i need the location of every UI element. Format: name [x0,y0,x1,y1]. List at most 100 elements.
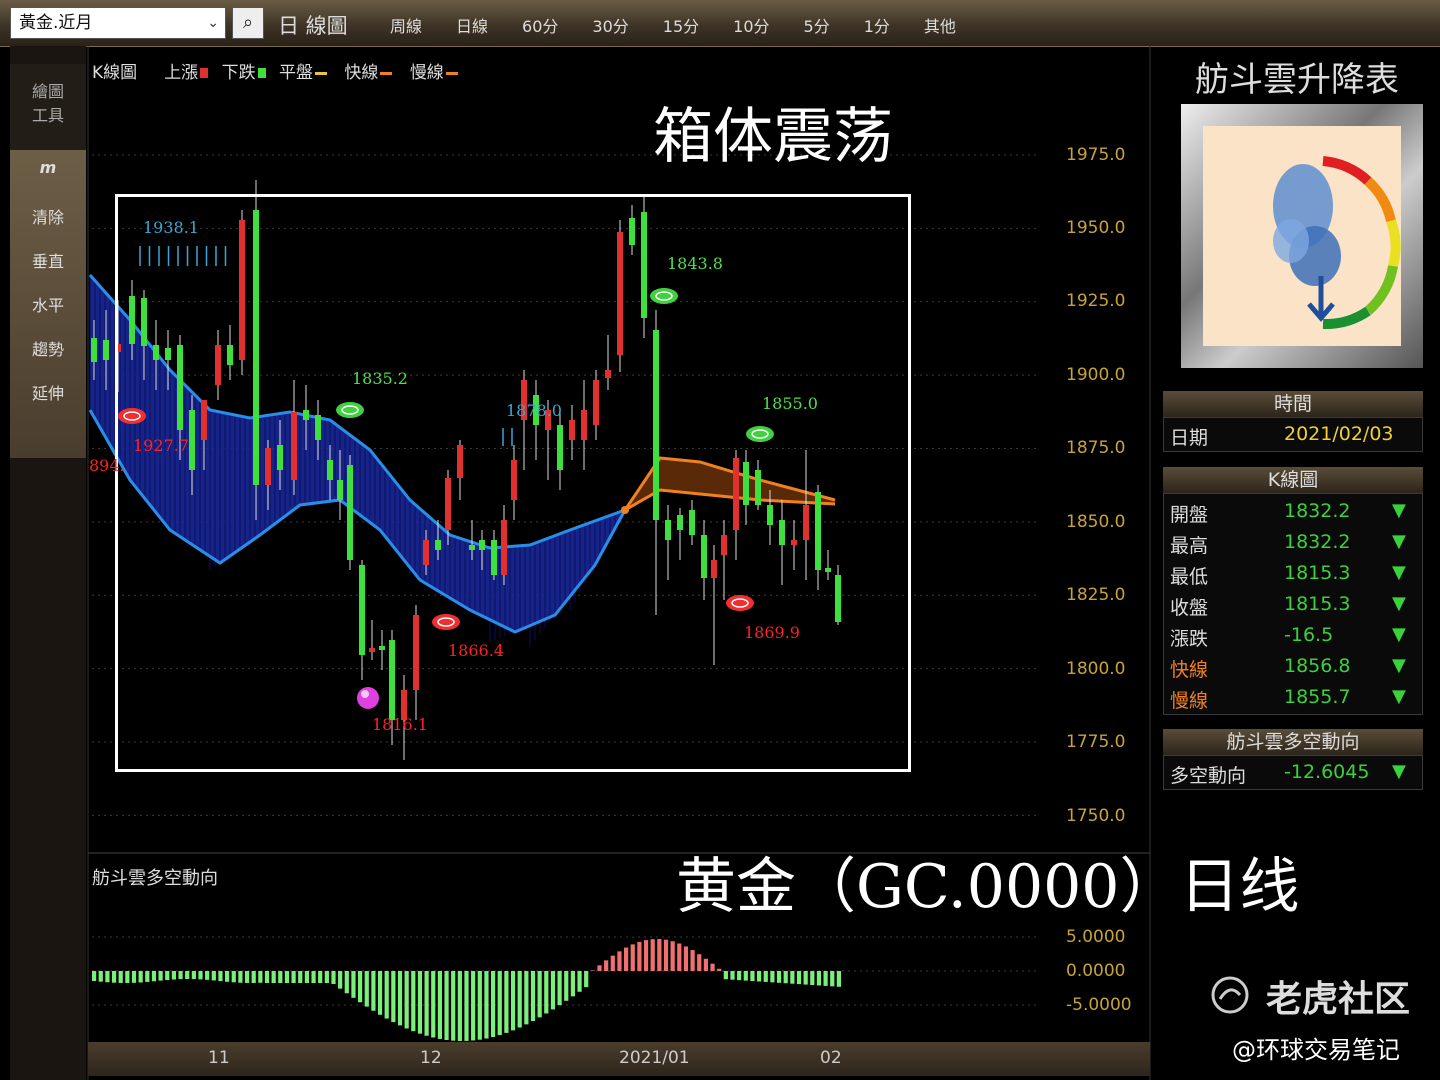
open-label: 開盤 [1170,504,1209,526]
histogram-bar [138,971,143,983]
annotation-label: 1835.2 [352,369,408,388]
time-tick: 2021/01 [619,1048,690,1068]
histogram-bar [497,971,502,1036]
histogram-bar [178,971,183,980]
down-arrow-icon: ▼ [1392,531,1406,552]
histogram-bar [557,971,562,1006]
histogram-bar [776,971,782,983]
annotation-label: 1843.8 [667,254,723,273]
price-tick: 1900.0 [1066,365,1126,385]
open-value: 1832.2 [1284,500,1351,522]
histogram-bar [630,944,635,971]
histogram-bar [816,971,822,986]
price-tick: 1800.0 [1066,659,1126,679]
direction-label: 多空動向 [1170,765,1247,787]
down-arrow-icon: ▼ [1392,562,1406,583]
down-arrow-icon: ▼ [1392,500,1406,521]
slow-line-label: 慢線 [1170,690,1209,712]
histogram-bar [451,971,456,1041]
histogram-bar [584,971,589,988]
down-arrow-icon: ▼ [1392,761,1406,782]
histogram-bar [610,955,615,971]
range-box [115,194,911,772]
histogram-bar [284,971,290,983]
histogram-bar [264,971,270,983]
price-tick: 1850.0 [1066,512,1126,532]
watermark-name: 老虎社区 [1266,979,1411,1020]
histogram-bar [417,971,423,1034]
annotation-label: 1866.4 [448,641,504,660]
legend-up: 上漲 [164,63,199,83]
histogram-bar [271,971,276,983]
histogram-bar [238,971,243,983]
histogram-bar [790,971,795,984]
histogram-bar [617,951,622,971]
high-value: 1832.2 [1284,531,1351,553]
k-section-header: K線圖 [1163,467,1423,493]
price-tick: 1825.0 [1066,585,1126,605]
histogram-bar [344,971,349,994]
low-value: 1815.3 [1284,562,1351,584]
high-label: 最高 [1170,535,1209,557]
histogram-bar [564,971,569,1001]
histogram-bar [737,971,742,981]
fast-line-value: 1856.8 [1284,655,1351,677]
histogram-bar [796,971,802,985]
histogram-bar [364,971,369,1007]
histogram-bar [444,971,449,1040]
indicator-title: 舫斗雲多空動向 [92,868,218,889]
time-tick: 11 [208,1048,230,1068]
histogram-bar [643,940,649,971]
time-section: 日期 2021/02/03 [1163,417,1423,452]
legend-fast: 快線 [344,63,379,83]
price-tick: 1750.0 [1066,806,1126,826]
histogram-bar [717,968,722,971]
histogram-bar [185,971,190,980]
histogram-bar [211,971,216,981]
annotation-label: 1816.1 [372,715,428,734]
histogram-bar [92,971,97,981]
histogram-bar [251,971,256,983]
histogram-bar [304,971,309,983]
histogram-bar [510,971,516,1031]
legend-flat-swatch [315,71,327,75]
price-tick: 1925.0 [1066,291,1126,311]
histogram-bar [577,971,582,992]
histogram-bar [324,971,329,983]
annotation-label: 1855.0 [762,394,818,413]
histogram-bar [624,947,629,971]
histogram-bar [650,939,655,971]
chart-legend: K線圖 上漲 下跌 平盤 快線 慢線 [92,58,470,83]
histogram-bar [677,943,682,971]
histogram-bar [757,971,762,982]
annotation-label: 1869.9 [744,623,800,642]
histogram-bar [205,971,210,980]
histogram-bar [331,971,336,984]
price-tick: 1875.0 [1066,438,1126,458]
histogram-bar [491,971,496,1037]
indicator-tick: -5.0000 [1066,995,1132,1015]
histogram-bar [318,971,323,983]
annotation-label: 1878.0 [506,401,562,420]
legend-down: 下跌 [221,63,256,83]
histogram-bar [830,971,835,987]
histogram-bar [697,954,702,971]
histogram-bar [810,971,815,986]
low-label: 最低 [1170,566,1209,588]
histogram-bar [258,971,263,983]
date-label: 日期 [1170,427,1209,449]
histogram-bar [836,971,841,987]
histogram-bar [457,971,462,1041]
time-tick: 02 [820,1048,842,1068]
histogram-bar [803,971,808,985]
down-arrow-icon: ▼ [1392,624,1406,645]
histogram-bar [530,971,536,1021]
histogram-bar [464,971,469,1041]
histogram-bar [570,971,575,997]
tiger-logo-icon [1211,976,1249,1014]
down-arrow-icon: ▼ [1392,593,1406,614]
histogram-bar [590,970,595,971]
histogram-bar [703,958,708,971]
histogram-bar [191,971,196,980]
histogram-bar [424,971,429,1036]
